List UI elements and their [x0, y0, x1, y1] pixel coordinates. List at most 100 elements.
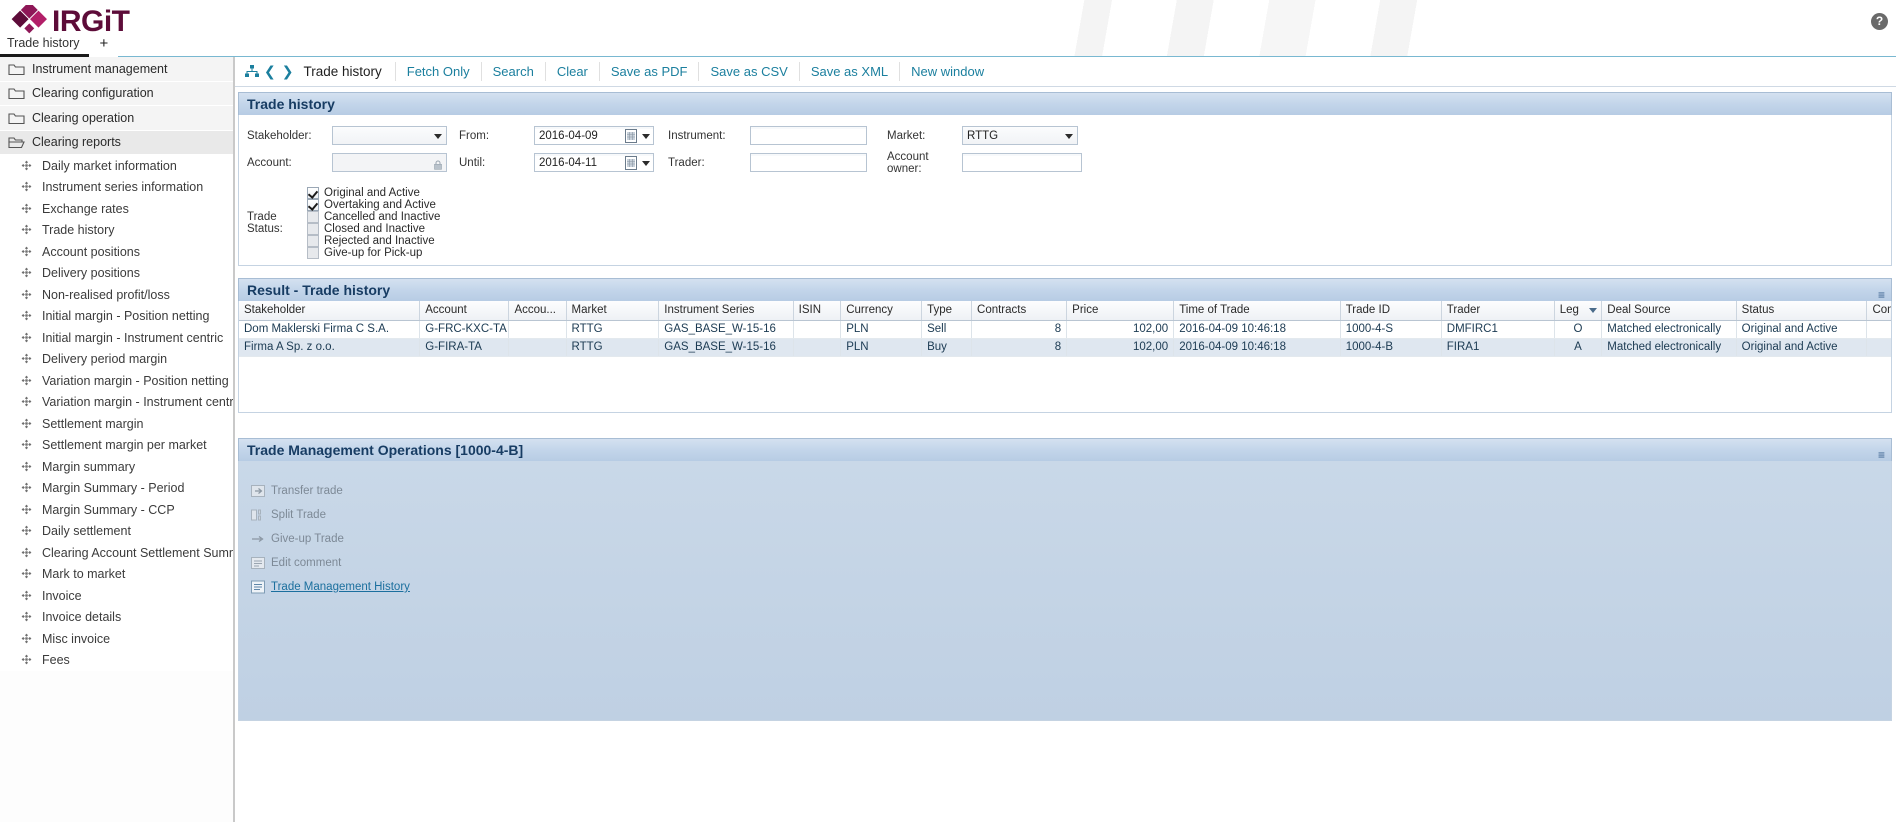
account-input[interactable] — [332, 153, 447, 172]
column-header-currency[interactable]: Currency — [840, 301, 923, 321]
sidebar-subitem-invoice[interactable]: Invoice — [0, 585, 233, 607]
column-header-price[interactable]: Price — [1066, 301, 1175, 321]
tab-trade-history[interactable]: Trade history — [0, 35, 90, 57]
sidebar-subitem-variation-margin-position-netting[interactable]: Variation margin - Position netting — [0, 370, 233, 392]
sidebar-subitem-clearing-account-settlement-summary[interactable]: Clearing Account Settlement Summary — [0, 542, 233, 564]
sidebar-subitem-margin-summary[interactable]: Margin summary — [0, 456, 233, 478]
column-header-leg[interactable]: Leg — [1554, 301, 1603, 321]
sidebar-subitem-trade-history[interactable]: Trade history — [0, 219, 233, 241]
column-header-contracts[interactable]: Contracts — [971, 301, 1068, 321]
checkbox-box[interactable] — [307, 223, 319, 235]
account-owner-input[interactable] — [962, 153, 1082, 172]
checkbox-box[interactable] — [307, 187, 319, 199]
column-header-trade-id[interactable]: Trade ID — [1340, 301, 1442, 321]
column-header-trader[interactable]: Trader — [1441, 301, 1555, 321]
sidebar-subitem-invoice-details[interactable]: Invoice details — [0, 606, 233, 628]
sidebar-subitem-daily-market-information[interactable]: Daily market information — [0, 155, 233, 177]
sidebar-subitem-instrument-series-information[interactable]: Instrument series information — [0, 176, 233, 198]
instrument-input[interactable] — [750, 126, 867, 145]
forward-chevron-icon[interactable]: ❯ — [279, 65, 297, 79]
toolbar-link-save-as-csv[interactable]: Save as CSV — [698, 62, 798, 81]
calendar-icon[interactable] — [625, 156, 637, 170]
column-header-label: Trade ID — [1345, 304, 1390, 317]
toolbar-link-save-as-pdf[interactable]: Save as PDF — [598, 62, 699, 81]
column-header-instrument-series[interactable]: Instrument Series — [658, 301, 794, 321]
add-tab-button[interactable]: + — [89, 36, 118, 57]
tmo-panel-title: Trade Management Operations [1000-4-B] — [247, 442, 524, 458]
checkbox-closed-and-inactive[interactable]: Closed and Inactive — [307, 223, 440, 235]
sidebar-item-clearing-reports[interactable]: Clearing reports — [0, 130, 233, 155]
table-row[interactable]: Dom Maklerski Firma C S.A. G-FRC-KXC-TA RT… — [239, 320, 1891, 339]
sidebar-subitem-misc-invoice[interactable]: Misc invoice — [0, 628, 233, 650]
sidebar-subitem-variation-margin-instrument-centric[interactable]: Variation margin - Instrument centric — [0, 391, 233, 413]
column-header-isin[interactable]: ISIN — [793, 301, 842, 321]
sidebar-subitem-exchange-rates[interactable]: Exchange rates — [0, 198, 233, 220]
sidebar-subitem-settlement-margin[interactable]: Settlement margin — [0, 413, 233, 435]
toolbar-link-fetch-only[interactable]: Fetch Only — [394, 62, 481, 81]
column-header-status[interactable]: Status — [1736, 301, 1868, 321]
table-header-row: Stakeholder Account Accou... Market Instrume… — [239, 301, 1891, 321]
checkbox-rejected-and-inactive[interactable]: Rejected and Inactive — [307, 235, 440, 247]
column-header-type[interactable]: Type — [921, 301, 973, 321]
trader-input[interactable] — [750, 153, 867, 172]
toolbar-link-clear[interactable]: Clear — [544, 62, 599, 81]
column-header-account[interactable]: Account — [419, 301, 510, 321]
panel-menu-icon[interactable]: ≡ — [1878, 284, 1885, 307]
column-header-time-of-trade[interactable]: Time of Trade — [1173, 301, 1341, 321]
panel-menu-icon[interactable]: ≡ — [1878, 444, 1885, 467]
checkbox-box[interactable] — [307, 235, 319, 247]
help-icon[interactable]: ? — [1871, 13, 1888, 30]
sidebar-subitem-initial-margin-instrument-centric[interactable]: Initial margin - Instrument centric — [0, 327, 233, 349]
checkbox-overtaking-and-active[interactable]: Overtaking and Active — [307, 199, 440, 211]
toolbar-link-new-window[interactable]: New window — [899, 62, 995, 81]
sidebar-subitem-fees[interactable]: Fees — [0, 649, 233, 671]
toolbar-link-search[interactable]: Search — [480, 62, 545, 81]
calendar-icon[interactable] — [625, 129, 637, 143]
checkbox-box[interactable] — [307, 199, 319, 211]
checkbox-box[interactable] — [307, 247, 319, 259]
sitemap-icon[interactable] — [245, 65, 259, 78]
stakeholder-select[interactable] — [332, 126, 447, 145]
cell-market: RTTG — [566, 320, 660, 339]
sidebar-subitem-non-realised-profit-loss[interactable]: Non-realised profit/loss — [0, 284, 233, 306]
cell-trade-id: 1000-4-B — [1340, 338, 1442, 357]
chevron-down-icon[interactable] — [642, 134, 650, 139]
trader-label: Trader: — [668, 156, 705, 169]
sidebar-subitem-delivery-period-margin[interactable]: Delivery period margin — [0, 348, 233, 370]
back-chevron-icon[interactable]: ❮ — [261, 65, 279, 79]
chevron-down-icon[interactable] — [642, 161, 650, 166]
column-header-deal-source[interactable]: Deal Source — [1601, 301, 1737, 321]
sidebar-item-instrument-management[interactable]: Instrument management — [0, 57, 233, 82]
sidebar-item-clearing-configuration[interactable]: Clearing configuration — [0, 81, 233, 106]
column-header-stakeholder[interactable]: Stakeholder — [239, 301, 421, 321]
until-date-input[interactable]: 2016-04-11 — [534, 153, 654, 172]
toolbar-link-save-as-xml[interactable]: Save as XML — [798, 62, 899, 81]
sidebar-subitem-account-positions[interactable]: Account positions — [0, 241, 233, 263]
sidebar-item-label: Instrument management — [32, 61, 168, 76]
sidebar-subitem-margin-summary-period[interactable]: Margin Summary - Period — [0, 477, 233, 499]
checkbox-cancelled-and-inactive[interactable]: Cancelled and Inactive — [307, 211, 440, 223]
checkbox-give-up-for-pick-up[interactable]: Give-up for Pick-up — [307, 247, 440, 259]
operation-label: Split Trade — [271, 509, 326, 521]
diamond-bullet-icon — [21, 633, 36, 645]
sidebar-subitem-daily-settlement[interactable]: Daily settlement — [0, 520, 233, 542]
checkbox-label: Original and Active — [324, 187, 420, 199]
from-date-input[interactable]: 2016-04-09 — [534, 126, 654, 145]
checkbox-box[interactable] — [307, 211, 319, 223]
cell-stakeholder: Dom Maklerski Firma C S.A. — [239, 320, 421, 339]
market-select[interactable]: RTTG — [962, 126, 1078, 145]
operation-trade-management-history[interactable]: Trade Management History — [251, 575, 1891, 599]
sidebar-subitem-initial-margin-position-netting[interactable]: Initial margin - Position netting — [0, 305, 233, 327]
sidebar-subitem-settlement-margin-per-market[interactable]: Settlement margin per market — [0, 434, 233, 456]
operation-label[interactable]: Trade Management History — [271, 581, 410, 593]
column-header-accou[interactable]: Accou... — [508, 301, 567, 321]
sidebar-subitem-delivery-positions[interactable]: Delivery positions — [0, 262, 233, 284]
operation-transfer-trade: Transfer trade — [251, 479, 1891, 503]
table-row[interactable]: Firma A Sp. z o.o. G-FIRA-TA RTTG GAS_BASE_… — [239, 338, 1891, 357]
checkbox-original-and-active[interactable]: Original and Active — [307, 187, 440, 199]
sidebar-item-clearing-operation[interactable]: Clearing operation — [0, 106, 233, 131]
sidebar-subitem-mark-to-market[interactable]: Mark to market — [0, 563, 233, 585]
diamond-bullet-icon — [21, 246, 36, 258]
sidebar-subitem-margin-summary-ccp[interactable]: Margin Summary - CCP — [0, 499, 233, 521]
column-header-market[interactable]: Market — [566, 301, 660, 321]
